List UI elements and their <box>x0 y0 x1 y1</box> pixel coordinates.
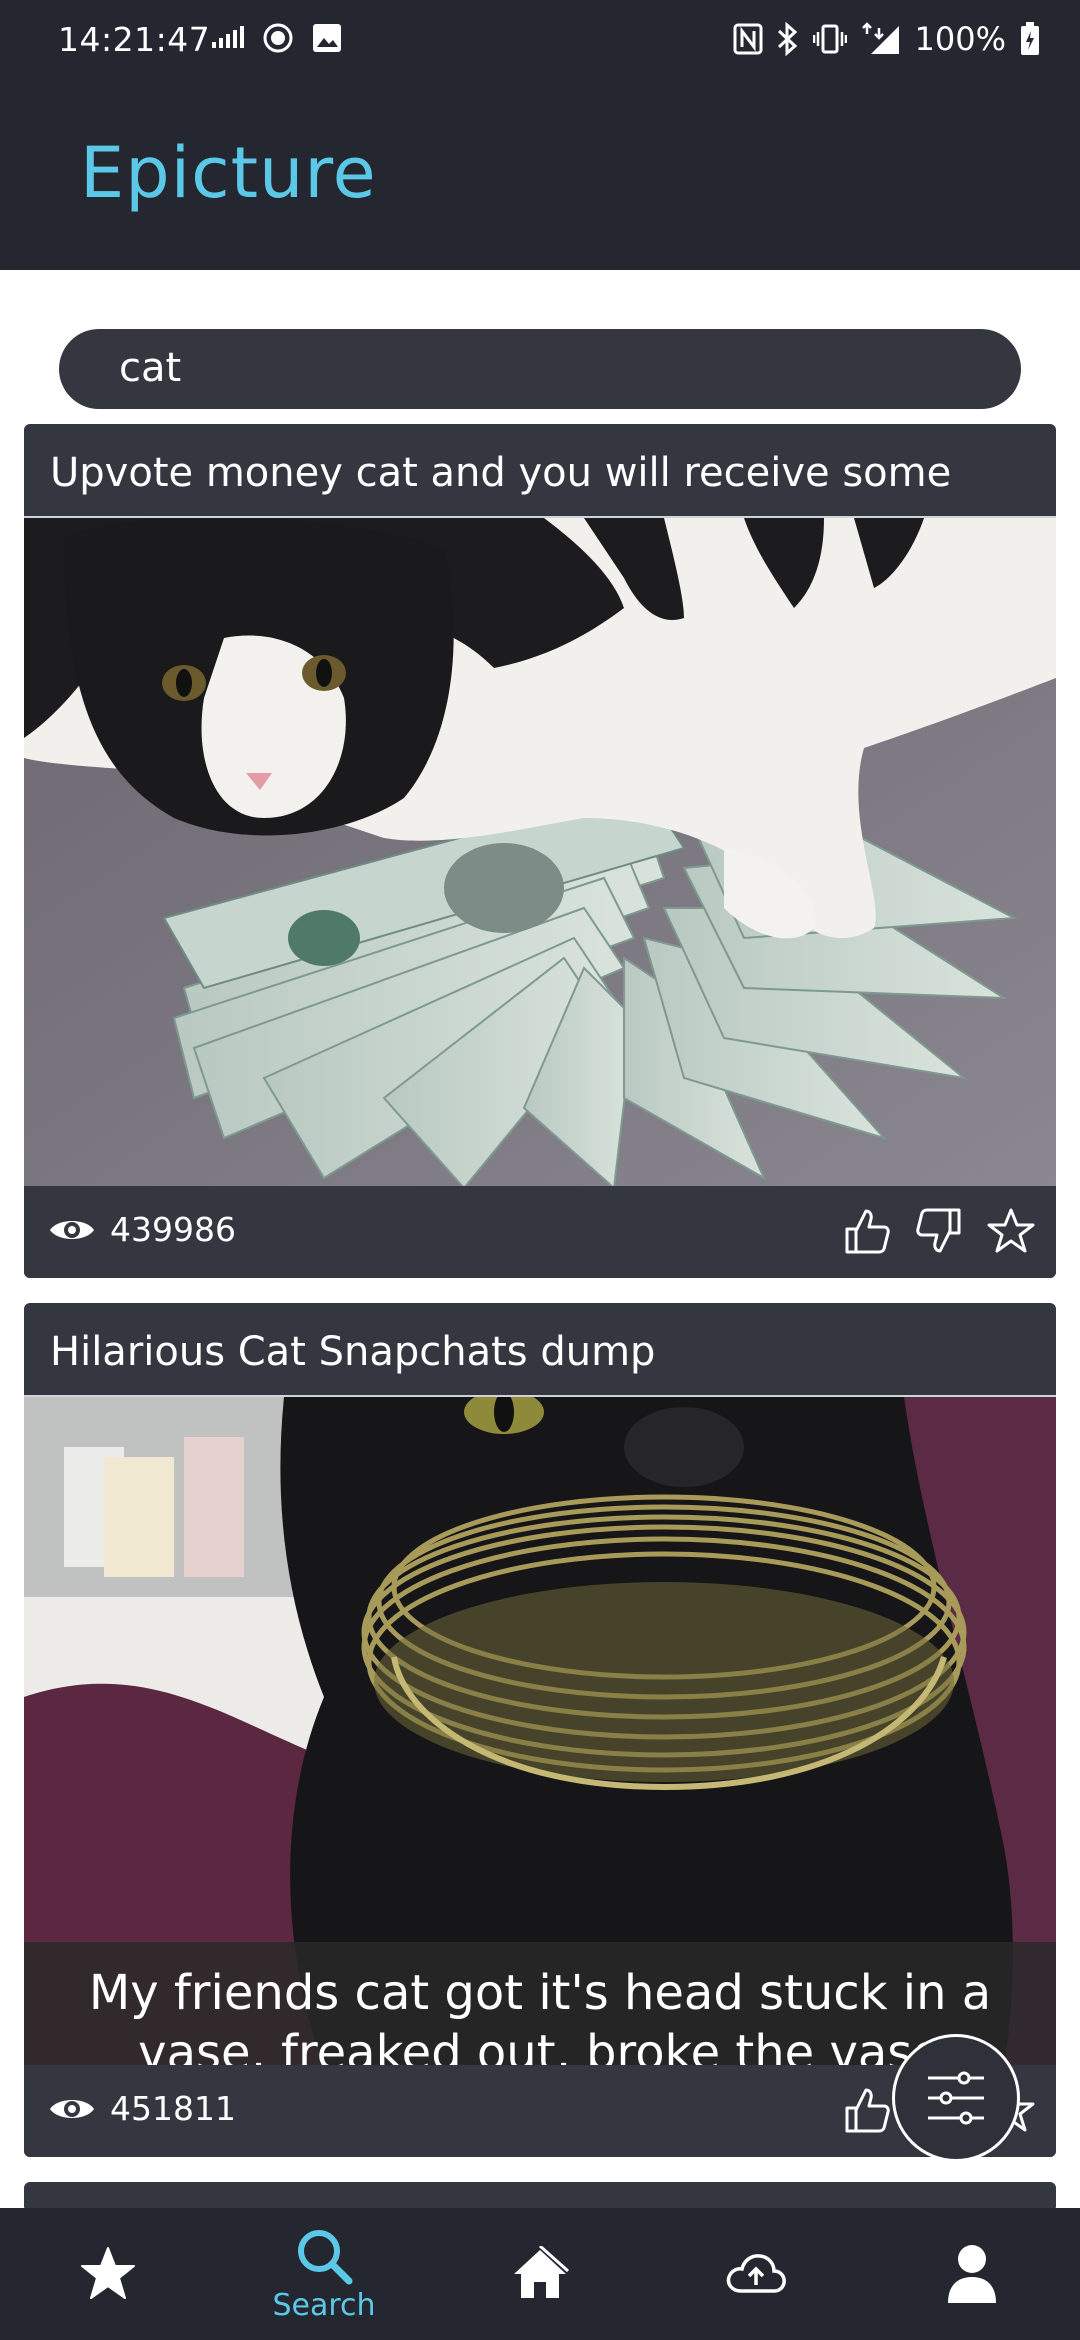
app-title: Epicture <box>80 132 377 214</box>
post-card[interactable]: Hilarious Cat Snapchats dump My friends … <box>24 1303 1056 2157</box>
filter-button[interactable] <box>892 2034 1020 2162</box>
vibrate-icon <box>812 24 847 54</box>
cloud-upload-icon <box>726 2254 786 2293</box>
home-icon <box>514 2246 569 2298</box>
views-value: 439986 <box>110 1210 236 1249</box>
thumbs-up-icon <box>845 2088 890 2133</box>
bluetooth-icon <box>777 22 797 56</box>
cat-money-image <box>24 518 1056 1186</box>
upvote-button[interactable] <box>842 1204 892 1258</box>
status-right: 100% <box>733 20 1040 58</box>
star-icon <box>81 2247 135 2299</box>
status-time: 14:21:47 <box>58 20 211 59</box>
search-query[interactable]: cat <box>119 345 181 391</box>
views-value: 451811 <box>110 2089 236 2128</box>
post-title[interactable]: Upvote money cat and you will receive so… <box>50 450 951 496</box>
thumbs-down-icon <box>916 1208 961 1253</box>
search-icon <box>298 2229 353 2284</box>
bottom-nav: Search <box>0 2208 1080 2340</box>
app-bar: Epicture <box>0 80 1080 270</box>
views-count: 439986 <box>48 1210 236 1249</box>
nav-upload[interactable] <box>648 2208 864 2340</box>
image-caption: My friends cat got it's head stuck in a <box>88 1965 992 2021</box>
nav-profile[interactable] <box>864 2208 1080 2340</box>
person-icon <box>948 2245 996 2303</box>
cell-signal-icon <box>861 22 899 54</box>
nav-search[interactable]: Search <box>216 2208 432 2340</box>
upvote-button[interactable] <box>842 2083 892 2137</box>
post-card[interactable]: Upvote money cat and you will receive so… <box>24 424 1056 1278</box>
image-caption: vase, freaked out, broke the vase <box>138 2025 942 2065</box>
nav-home[interactable] <box>432 2208 648 2340</box>
nav-search-label: Search <box>272 2287 376 2323</box>
post-footer: 439986 <box>24 1186 1056 1278</box>
battery-icon <box>1021 22 1039 55</box>
nfc-icon <box>733 23 763 55</box>
post-actions <box>842 1204 1036 1258</box>
downvote-button[interactable] <box>914 1204 964 1258</box>
thumbs-up-icon <box>845 1209 890 1254</box>
search-input[interactable]: cat <box>59 329 1021 409</box>
favorite-button[interactable] <box>986 1204 1036 1258</box>
status-left-icons <box>212 22 342 54</box>
post-title[interactable]: Hilarious Cat Snapchats dump <box>50 1329 655 1375</box>
eye-icon <box>50 1220 94 1239</box>
post-image[interactable]: My friends cat got it's head stuck in a … <box>24 1395 1056 2065</box>
post-image[interactable] <box>24 516 1056 1186</box>
sliders-icon <box>928 2071 984 2125</box>
eye-icon <box>50 2099 94 2118</box>
status-bar: 14:21:47 100% <box>0 0 1080 80</box>
signal-dots-icon <box>212 26 244 48</box>
record-icon <box>263 23 293 53</box>
nav-favorites[interactable] <box>0 2208 216 2340</box>
image-icon <box>313 24 341 52</box>
star-outline-icon <box>987 1208 1035 1253</box>
battery-percent: 100% <box>914 20 1006 58</box>
views-count: 451811 <box>48 2089 236 2128</box>
